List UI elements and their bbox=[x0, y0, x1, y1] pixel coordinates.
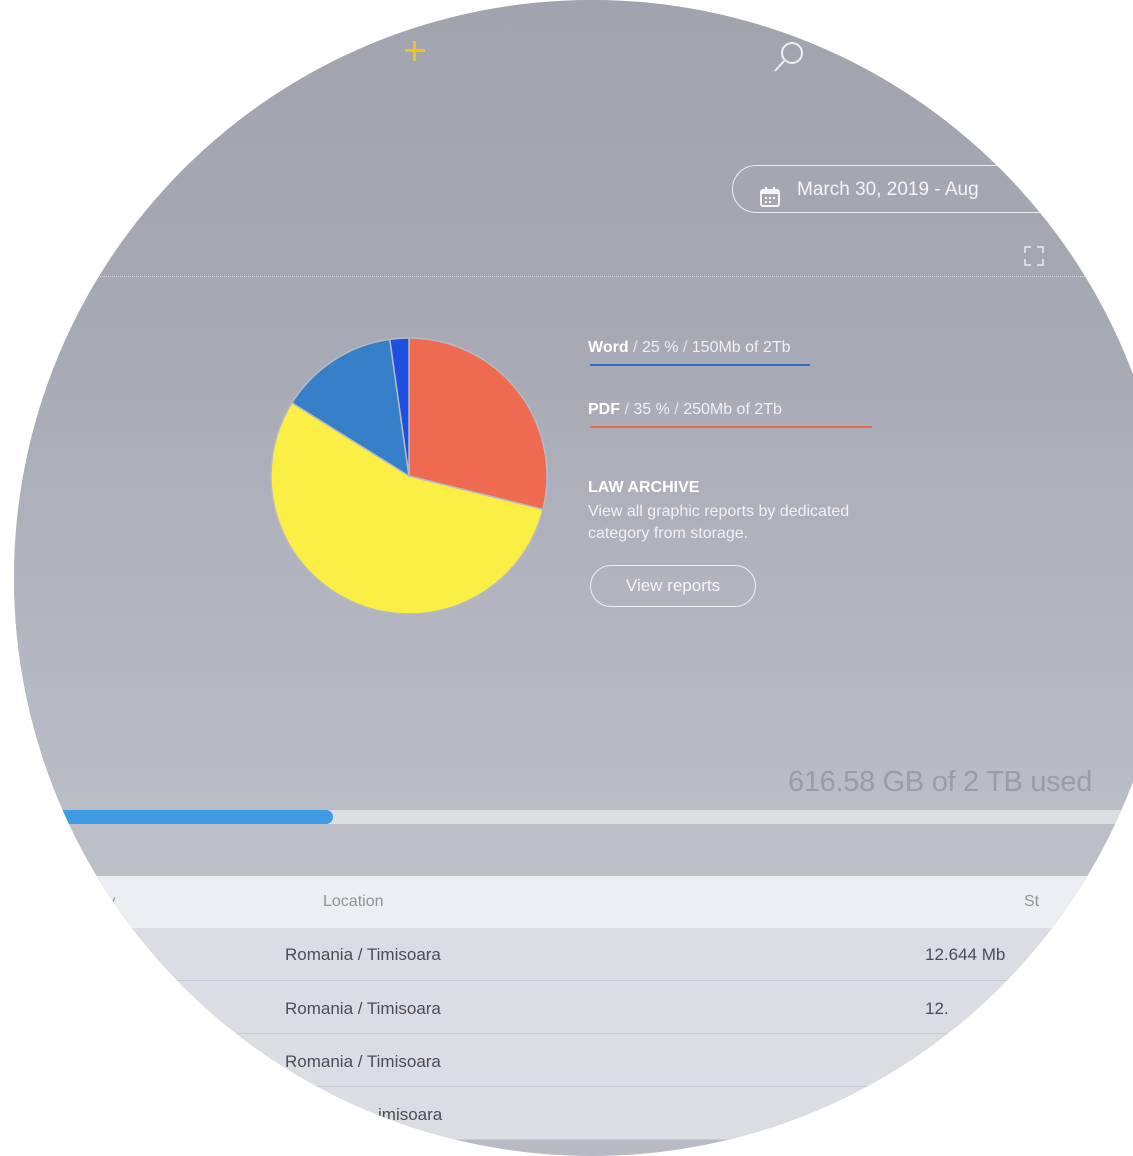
cell-location: Romania / Timisoara bbox=[285, 1052, 441, 1071]
legend-line-word bbox=[590, 364, 810, 366]
legend-separator: / bbox=[624, 401, 629, 418]
legend-size: 250Mb of 2Tb bbox=[683, 401, 782, 418]
column-header-storage[interactable]: St bbox=[1024, 893, 1039, 911]
table-header bbox=[14, 876, 1133, 928]
legend-percent: 25 % bbox=[641, 339, 679, 356]
legend-separator: / bbox=[674, 401, 679, 418]
date-range-label: March 30, 2019 - Aug bbox=[797, 179, 979, 200]
column-header-category[interactable]: ry bbox=[102, 893, 115, 911]
section-divider bbox=[14, 276, 1133, 277]
calendar-icon bbox=[759, 179, 781, 207]
plus-icon[interactable] bbox=[402, 38, 428, 64]
cell-location: imisoara bbox=[378, 1105, 443, 1124]
legend-percent: 35 % bbox=[633, 401, 670, 418]
storage-pie-chart bbox=[270, 337, 548, 615]
legend-separator: / bbox=[633, 339, 638, 356]
magnifier-lens: ap March 30, 2019 - Aug Word / 25 % / 15… bbox=[14, 0, 1133, 1156]
legend-item-word: Word / 25 % / 150Mb of 2Tb bbox=[588, 339, 791, 357]
date-range-picker[interactable]: March 30, 2019 - Aug bbox=[732, 165, 1092, 213]
legend-name: Word bbox=[588, 339, 629, 356]
storage-progress-bar bbox=[14, 810, 1133, 824]
table-row[interactable]: Romania / Timisoara 12.644 Mb bbox=[14, 928, 1133, 981]
column-header-location[interactable]: Location bbox=[323, 893, 384, 911]
legend-name: PDF bbox=[588, 401, 620, 418]
search-icon[interactable] bbox=[772, 40, 806, 74]
storage-progress-fill bbox=[14, 810, 334, 824]
legend-separator: / bbox=[682, 339, 688, 356]
legend-item-pdf: PDF / 35 % / 250Mb of 2Tb bbox=[588, 401, 782, 419]
topbar-label: ap bbox=[330, 38, 350, 57]
legend-line-pdf bbox=[590, 426, 872, 428]
legend-size: 150Mb of 2Tb bbox=[691, 339, 791, 356]
table-row[interactable]: Romania / Timisoara 12. bbox=[14, 981, 1133, 1034]
cell-storage: 12.644 Mb bbox=[925, 945, 1006, 964]
storage-usage-text: 616.58 GB of 2 TB used bbox=[788, 766, 1093, 798]
table-row[interactable]: Romania / Timisoara bbox=[14, 1034, 1133, 1087]
expand-icon[interactable] bbox=[1022, 244, 1046, 268]
law-archive-description: View all graphic reports by dedicated ca… bbox=[588, 503, 850, 542]
app-screen: ap March 30, 2019 - Aug Word / 25 % / 15… bbox=[14, 0, 1133, 1140]
view-reports-button[interactable]: View reports bbox=[590, 565, 756, 607]
cell-location: Romania / Timisoara bbox=[285, 945, 441, 964]
cell-storage: 12. bbox=[925, 999, 949, 1018]
table-row[interactable]: imisoara bbox=[14, 1087, 1133, 1140]
cell-location: Romania / Timisoara bbox=[285, 999, 441, 1018]
law-archive-title: LAW ARCHIVE bbox=[588, 479, 700, 496]
